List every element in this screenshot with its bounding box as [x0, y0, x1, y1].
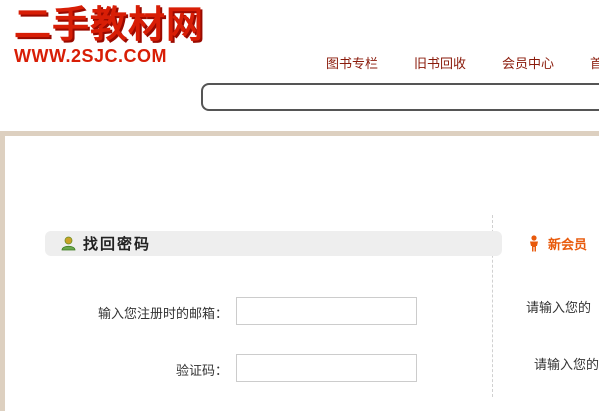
logo-url: WWW.2SJC.COM [14, 46, 167, 66]
person-icon [530, 235, 538, 252]
logo-title: 二手教材网 [14, 3, 204, 46]
captcha-field[interactable] [236, 354, 417, 382]
new-member-title: 新会员 [548, 238, 588, 253]
nav-item-recycle[interactable]: 旧书回收 [414, 53, 466, 72]
search-input[interactable] [201, 83, 599, 111]
nav-item-home[interactable]: 首 [590, 53, 599, 72]
new-member-text-1: 请输入您的 [526, 301, 592, 316]
find-password-title: 找回密码 [83, 235, 152, 253]
email-label: 输入您注册时的邮箱： [97, 307, 228, 322]
user-icon [61, 236, 76, 251]
find-password-header: 找回密码 [45, 231, 502, 256]
email-field[interactable] [236, 297, 417, 325]
nav-item-books[interactable]: 图书专栏 [326, 53, 378, 72]
new-member-text-2: 请输入您的 [534, 358, 599, 373]
nav-item-member-center[interactable]: 会员中心 [502, 53, 554, 72]
captcha-label: 验证码： [175, 364, 228, 379]
site-logo[interactable]: 二手教材网 WWW.2SJC.COM [12, 3, 204, 70]
